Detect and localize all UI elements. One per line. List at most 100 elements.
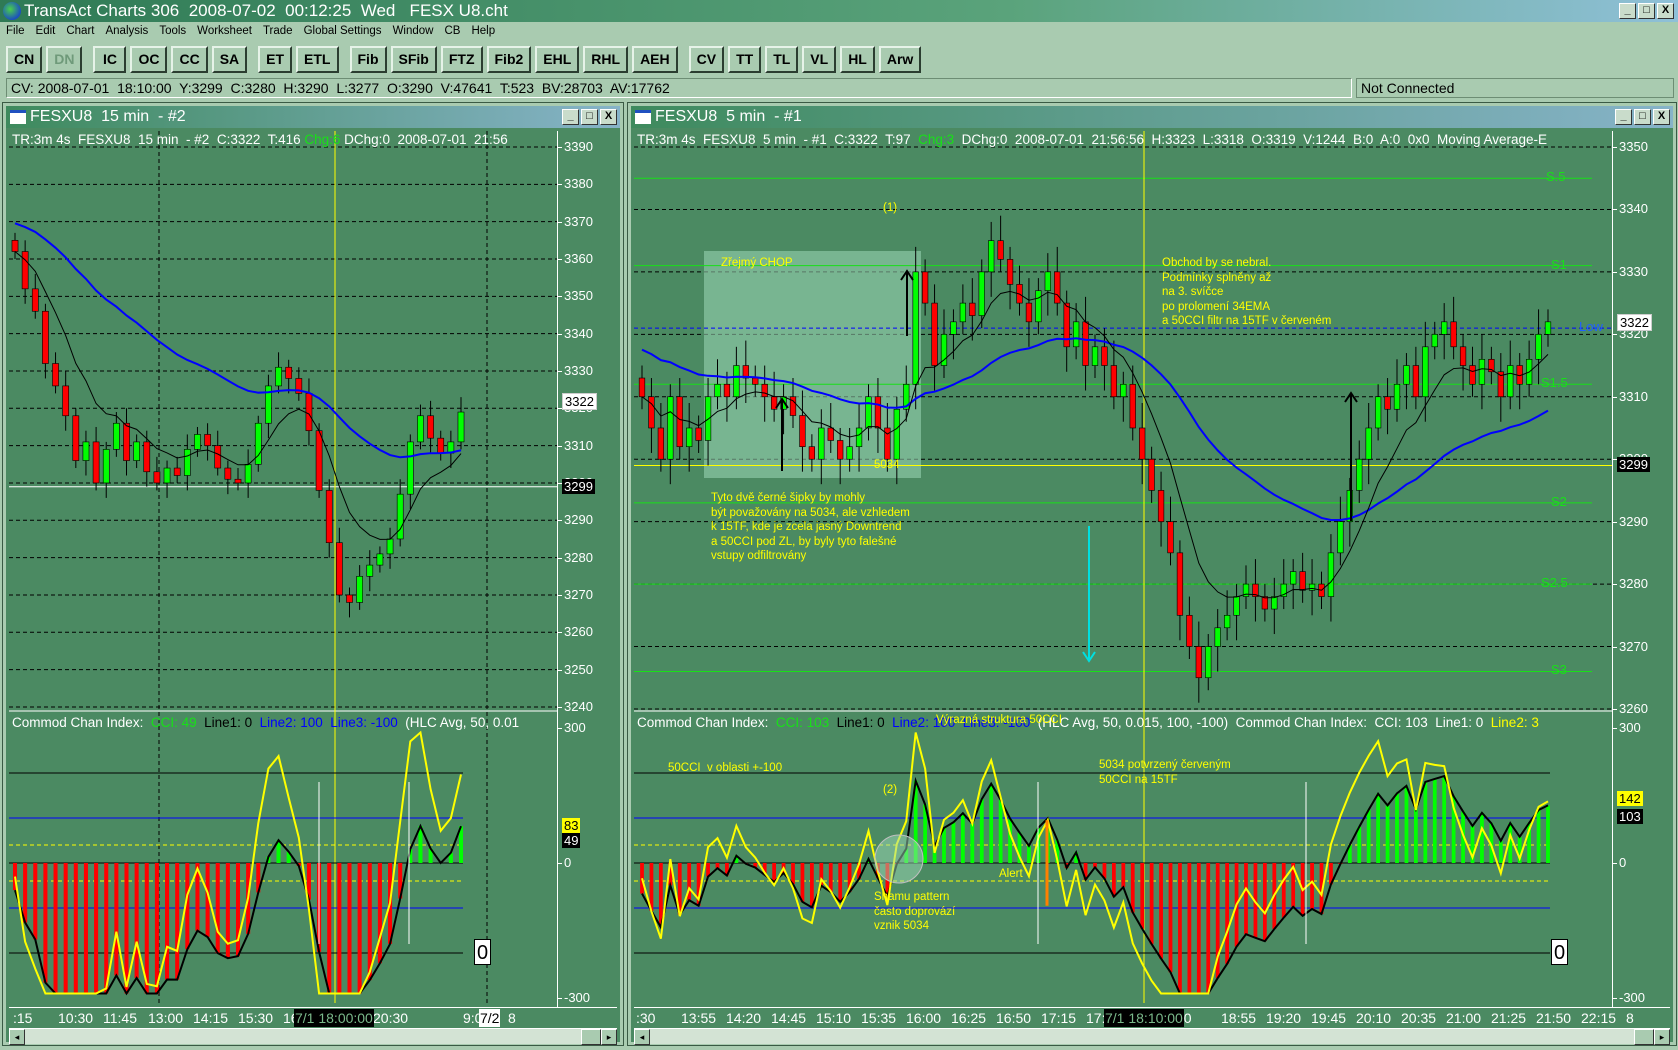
price-tick <box>558 632 562 634</box>
cci-info-line1: Line1: 0 <box>829 715 893 730</box>
horizontal-scrollbar[interactable]: ◂ ▸ <box>634 1028 1670 1045</box>
time-label: 10:30 <box>58 1010 94 1026</box>
close-window-button[interactable]: X <box>1653 109 1670 125</box>
chart-info-line: TR:3m 4s FESXU8 15 min - #2 C:3322 T:416… <box>12 132 508 148</box>
close-button[interactable]: X <box>1657 3 1674 19</box>
menu-global-settings[interactable]: Global Settings <box>304 22 382 41</box>
candle <box>1299 571 1306 591</box>
candle <box>1091 346 1099 366</box>
candle <box>752 377 759 385</box>
close-window-button[interactable]: X <box>600 109 617 125</box>
tool-etl-button[interactable]: ETL <box>296 45 339 73</box>
menu-file[interactable]: File <box>6 22 25 41</box>
menu-window[interactable]: Window <box>393 22 434 41</box>
candle <box>214 445 222 469</box>
tool-tt-button[interactable]: TT <box>728 45 762 73</box>
tool-rhl-button[interactable]: RHL <box>583 45 629 73</box>
candle <box>1148 458 1155 491</box>
shamu-pattern-highlight <box>874 834 924 884</box>
candle <box>638 377 646 398</box>
horizontal-scrollbar[interactable]: ◂ ▸ <box>9 1028 617 1045</box>
minimize-window-button[interactable]: _ <box>562 109 579 125</box>
cci-tick <box>1613 998 1617 999</box>
tool-cv-button[interactable]: CV <box>688 45 725 73</box>
candle <box>1167 521 1174 554</box>
tool-ftz-button[interactable]: FTZ <box>440 45 483 73</box>
menu-tools[interactable]: Tools <box>159 22 186 41</box>
price-label: 3390 <box>564 139 593 154</box>
menu-trade[interactable]: Trade <box>263 22 293 41</box>
candle <box>1337 521 1344 554</box>
price-label: 3270 <box>564 586 593 602</box>
time-label: 15:10 <box>816 1010 852 1026</box>
annotation-label-2: (2) <box>883 784 898 796</box>
time-axis: :1510:3011:4513:0014:1515:3016:4:1520:30… <box>9 1007 617 1027</box>
maximize-window-button[interactable]: □ <box>1634 109 1651 125</box>
tool-arw-button[interactable]: Arw <box>878 45 922 73</box>
minimize-window-button[interactable]: _ <box>1615 109 1632 125</box>
tool-oc-button[interactable]: OC <box>130 45 168 73</box>
tool-et-button[interactable]: ET <box>258 45 293 73</box>
cursor-values-status: CV: 2008-07-01 18:10:00 Y:3299 C:3280 H:… <box>6 78 1352 98</box>
price-label: 3310 <box>564 437 593 453</box>
scroll-right-arrow[interactable]: ▸ <box>1654 1029 1670 1045</box>
tool-aeh-button[interactable]: AEH <box>632 45 678 73</box>
price-label: 3310 <box>1619 388 1648 404</box>
candle <box>72 415 80 461</box>
menu-help[interactable]: Help <box>471 22 495 41</box>
scroll-right-arrow[interactable]: ▸ <box>601 1029 617 1045</box>
candle <box>657 427 665 460</box>
price-axis[interactable]: 3390338033703360335033403330332033103300… <box>557 131 620 1007</box>
cci-info-line: Commod Chan Index: CCI: 49 Line1: 0 Line… <box>12 715 519 731</box>
candle <box>827 427 834 441</box>
price-axis[interactable]: 3350334033303320331033003290328032703260… <box>1612 131 1673 1007</box>
window-title-bar: FESXU8 15 min - #2 _ □ X <box>6 106 620 128</box>
chop-annotation: Zřejmý CHOP <box>721 257 793 269</box>
minimize-button[interactable]: _ <box>1619 3 1636 19</box>
tool-fib2-button[interactable]: Fib2 <box>486 45 532 73</box>
chart-canvas[interactable] <box>9 131 557 1007</box>
menu-cb[interactable]: CB <box>444 22 460 41</box>
tool-fib-button[interactable]: Fib <box>349 45 387 73</box>
candle <box>1025 302 1033 323</box>
time-label: 16:25 <box>951 1010 987 1026</box>
candle <box>244 464 252 484</box>
candle <box>761 383 768 398</box>
maximize-window-button[interactable]: □ <box>581 109 598 125</box>
price-tick <box>558 296 562 298</box>
restore-button[interactable]: □ <box>1638 3 1655 19</box>
candle <box>346 594 353 603</box>
sr-level-label: S2 <box>1551 493 1567 509</box>
candle <box>133 441 140 461</box>
scroll-left-arrow[interactable]: ◂ <box>634 1029 650 1045</box>
tool-cc-button[interactable]: CC <box>171 45 208 73</box>
tool-ehl-button[interactable]: EHL <box>535 45 580 73</box>
tool-dn-button[interactable]: DN <box>46 45 83 73</box>
candle <box>1195 646 1202 679</box>
toolbar: CN DN IC OC CC SA ET ETL Fib SFib FTZ Fib2 EHL RHL AEH… <box>6 44 932 74</box>
candle <box>376 553 384 566</box>
candle <box>846 446 853 460</box>
candle <box>931 302 938 366</box>
tool-ic-button[interactable]: IC <box>93 45 127 73</box>
last-price-box: 3322 <box>1617 313 1652 331</box>
tool-vl-button[interactable]: VL <box>802 45 837 73</box>
tool-tl-button[interactable]: TL <box>765 45 799 73</box>
menu-chart[interactable]: Chart <box>66 22 94 41</box>
scroll-thumb[interactable] <box>1634 1029 1654 1045</box>
scroll-thumb[interactable] <box>581 1029 601 1045</box>
menu-worksheet[interactable]: Worksheet <box>197 22 252 41</box>
app-title-bar: TransAct Charts 306 2008-07-02 00:12:25 … <box>0 0 1678 22</box>
price-tick <box>558 370 562 372</box>
menu-edit[interactable]: Edit <box>36 22 56 41</box>
window-title: FESXU8 5 min - #1 <box>655 108 802 125</box>
tool-sfib-button[interactable]: SFib <box>390 45 437 73</box>
candle <box>1459 346 1467 366</box>
price-tick <box>558 221 562 223</box>
tool-cn-button[interactable]: CN <box>6 45 43 73</box>
tool-sa-button[interactable]: SA <box>211 45 248 73</box>
price-label: 3350 <box>1619 139 1648 154</box>
tool-hl-button[interactable]: HL <box>840 45 875 73</box>
scroll-left-arrow[interactable]: ◂ <box>9 1029 25 1045</box>
menu-analysis[interactable]: Analysis <box>105 22 148 41</box>
